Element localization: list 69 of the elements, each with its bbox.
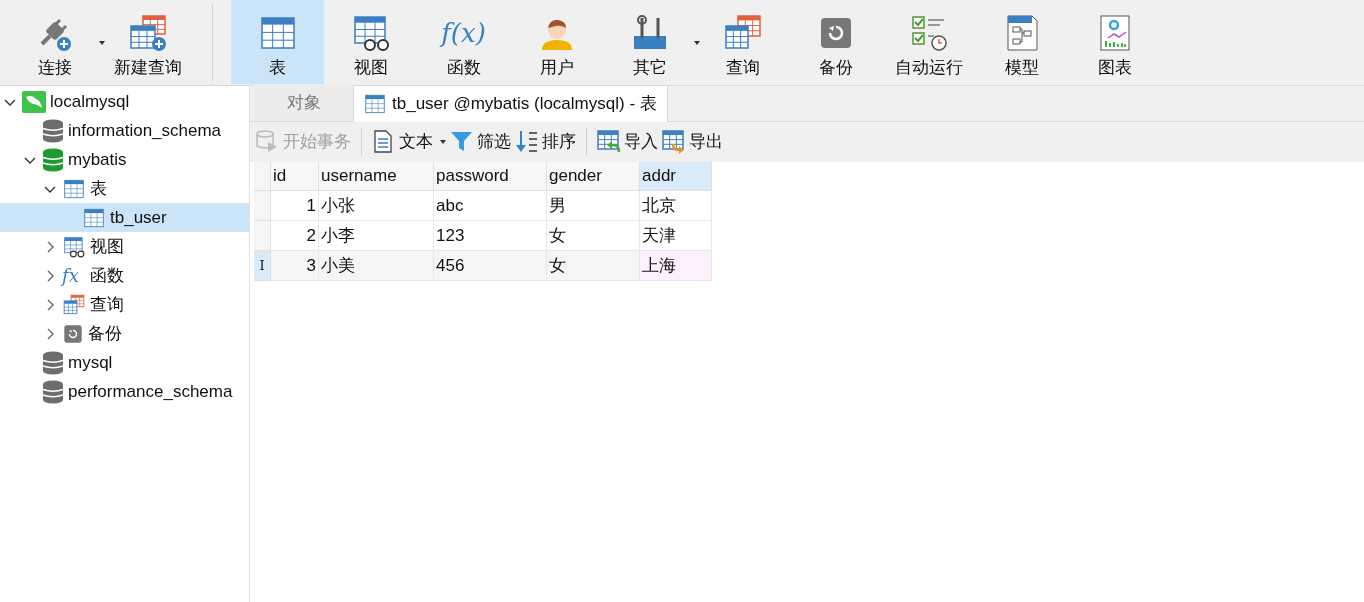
toolbar-button[interactable]: 查询: [696, 0, 789, 84]
toolbar-button[interactable]: 备份: [789, 0, 882, 84]
database-icon: [42, 147, 64, 172]
toolbar-button[interactable]: 导出: [660, 127, 725, 157]
table-cell: 上海: [640, 251, 712, 281]
table-icon: [62, 177, 86, 200]
table-cell: 456: [434, 251, 547, 281]
toolbar-button[interactable]: 其它: [603, 0, 696, 84]
database-icon: [42, 379, 64, 404]
tab[interactable]: tb_user @mybatis (localmysql) - 表: [354, 86, 668, 122]
toolbar-button[interactable]: 筛选: [448, 127, 513, 157]
toolbar-button[interactable]: 导入: [595, 127, 660, 157]
tree-item[interactable]: mysql: [0, 348, 249, 377]
toolbar-button[interactable]: 用户: [510, 0, 603, 84]
row-header[interactable]: I: [254, 251, 271, 281]
table-arrow-icon: [662, 130, 686, 154]
tree-item[interactable]: mybatis: [0, 145, 249, 174]
toolbar-button[interactable]: 模型: [975, 0, 1068, 84]
function-icon: fx: [62, 264, 86, 287]
table-arrow-icon: [597, 130, 621, 154]
tree-item[interactable]: 表: [0, 174, 249, 203]
tables-icon: [723, 14, 762, 52]
toolbar-button[interactable]: 自动运行: [882, 0, 975, 84]
column-header[interactable]: gender: [547, 162, 640, 191]
row-header[interactable]: [254, 221, 271, 251]
table-glasses-icon: [351, 14, 390, 52]
tables-icon: [62, 293, 86, 316]
table-row[interactable]: I 3 小美 456 女 上海: [254, 251, 712, 281]
table-row[interactable]: 2 小李 123 女 天津: [254, 221, 712, 251]
tree-item[interactable]: fx 函数: [0, 261, 249, 290]
toolbar-button[interactable]: 图表: [1068, 0, 1161, 84]
table-row[interactable]: 1 小张 abc 男 北京: [254, 191, 712, 221]
checklist-clock-icon: [909, 14, 948, 52]
dropdown-caret-icon: [99, 40, 105, 45]
tree-item[interactable]: performance_schema: [0, 377, 249, 406]
toolbar-button[interactable]: 文本: [370, 127, 448, 157]
sort-icon: [515, 130, 539, 154]
table-cell: 小美: [319, 251, 434, 281]
row-header[interactable]: [254, 191, 271, 221]
toolbar-button[interactable]: 连接: [8, 0, 101, 84]
table-icon: [258, 14, 297, 52]
table-cell: 3: [271, 251, 319, 281]
column-header[interactable]: id: [271, 162, 319, 191]
toolbar-button[interactable]: f(x) 函数: [417, 0, 510, 84]
table-icon: [364, 93, 386, 115]
toolbar-button[interactable]: 视图: [324, 0, 417, 84]
database-icon: [42, 118, 64, 143]
database-icon: [42, 350, 64, 375]
toolbar-button[interactable]: 新建查询: [101, 0, 194, 84]
column-header[interactable]: username: [319, 162, 434, 191]
tree-item[interactable]: tb_user: [0, 203, 249, 232]
tree-item[interactable]: 视图: [0, 232, 249, 261]
filter-icon: [450, 130, 474, 154]
column-header[interactable]: addr: [640, 162, 712, 191]
dropdown-caret-icon: [694, 40, 700, 45]
table-plus-icon: [128, 14, 167, 52]
backup-icon: [62, 322, 84, 345]
tree-item[interactable]: 查询: [0, 290, 249, 319]
tree-item[interactable]: localmysql: [0, 87, 249, 116]
toolbar-button[interactable]: 表: [231, 0, 324, 84]
dropdown-caret-icon: [440, 140, 446, 144]
table-glasses-icon: [62, 235, 86, 258]
toolbar-button[interactable]: 排序: [513, 127, 578, 157]
tab[interactable]: 对象: [254, 85, 354, 121]
function-icon: f(x): [441, 14, 486, 52]
table-icon: [82, 206, 106, 229]
column-header[interactable]: password: [434, 162, 547, 191]
tree-item[interactable]: 备份: [0, 319, 249, 348]
tree-item[interactable]: information_schema: [0, 116, 249, 145]
